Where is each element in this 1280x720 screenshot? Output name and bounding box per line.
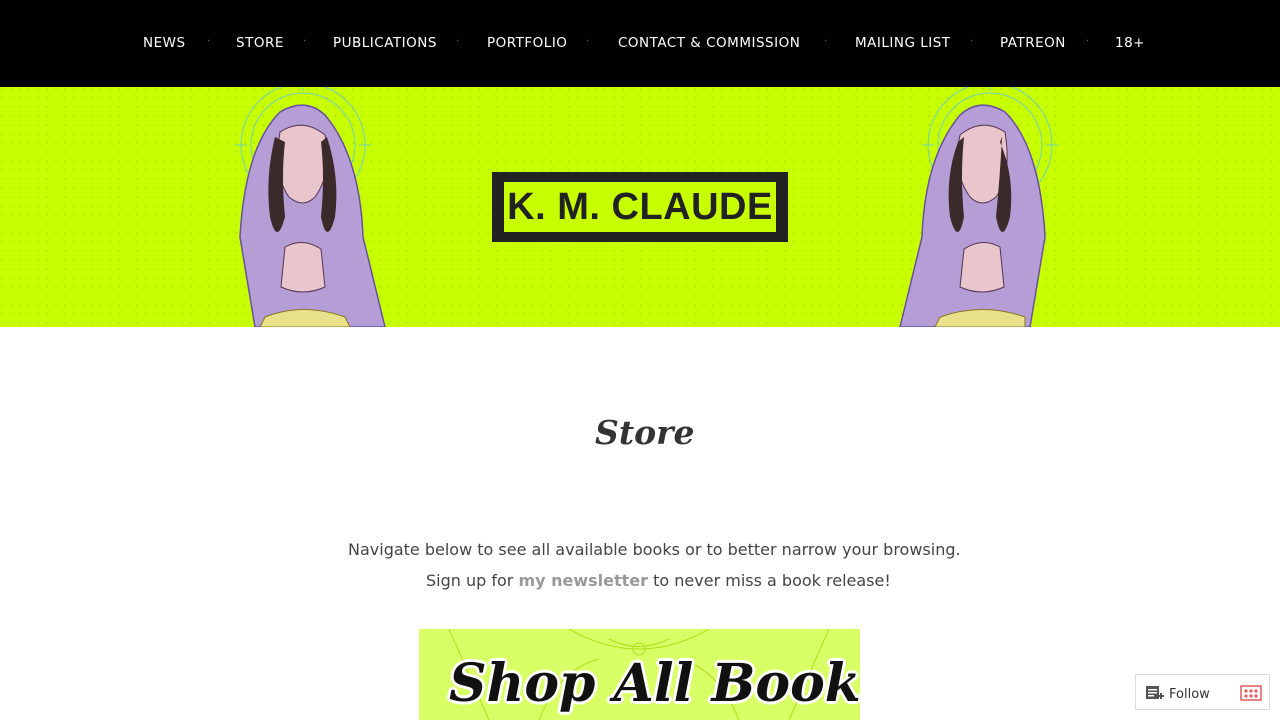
top-navigation: NEWS · STORE · PUBLICATIONS · PORTFOLIO … — [0, 0, 1280, 87]
nav-store[interactable]: STORE — [233, 34, 287, 52]
signup-prefix: Sign up for — [426, 571, 519, 590]
nav-separator: · — [207, 36, 211, 47]
hooded-figure-illustration-right — [899, 87, 1058, 327]
site-title-inner: K. M. CLAUDE — [504, 182, 776, 232]
header-banner: K. M. CLAUDE — [0, 87, 1280, 327]
nav-publications[interactable]: PUBLICATIONS — [330, 34, 440, 52]
newsletter-link[interactable]: my newsletter — [518, 571, 648, 590]
site-title-box: K. M. CLAUDE — [492, 172, 788, 242]
site-title[interactable]: K. M. CLAUDE — [507, 186, 773, 229]
nav-news[interactable]: NEWS — [140, 34, 189, 52]
follow-widget: Follow — [1135, 674, 1270, 710]
intro-text: Navigate below to see all available book… — [348, 540, 961, 559]
nav-contact-commission[interactable]: CONTACT & COMMISSION — [615, 34, 803, 52]
page-title: Store — [595, 413, 695, 452]
signup-suffix: to never miss a book release! — [648, 571, 891, 590]
newsletter-signup-text: Sign up for my newsletter to never miss … — [426, 569, 891, 593]
follow-button[interactable]: Follow — [1145, 683, 1223, 705]
reader-follow-icon — [1146, 686, 1164, 699]
nav-18-plus[interactable]: 18+ — [1112, 34, 1148, 52]
nav-patreon[interactable]: PATREON — [997, 34, 1069, 52]
nav-separator: · — [456, 36, 460, 47]
nav-separator: · — [824, 36, 828, 47]
hooded-figure-illustration-left — [235, 87, 386, 327]
nav-mailing-list[interactable]: MAILING LIST — [852, 34, 954, 52]
nav-separator: · — [970, 36, 974, 47]
shop-all-books-link[interactable]: Shop All Books — [449, 653, 860, 715]
nav-portfolio[interactable]: PORTFOLIO — [484, 34, 570, 52]
nav-separator: · — [303, 36, 307, 47]
nav-separator: · — [1086, 36, 1090, 47]
nav-separator: · — [586, 36, 590, 47]
grid-icon[interactable] — [1240, 684, 1262, 702]
follow-label: Follow — [1169, 686, 1210, 702]
shop-all-books-banner[interactable]: Shop All Books — [419, 629, 860, 720]
